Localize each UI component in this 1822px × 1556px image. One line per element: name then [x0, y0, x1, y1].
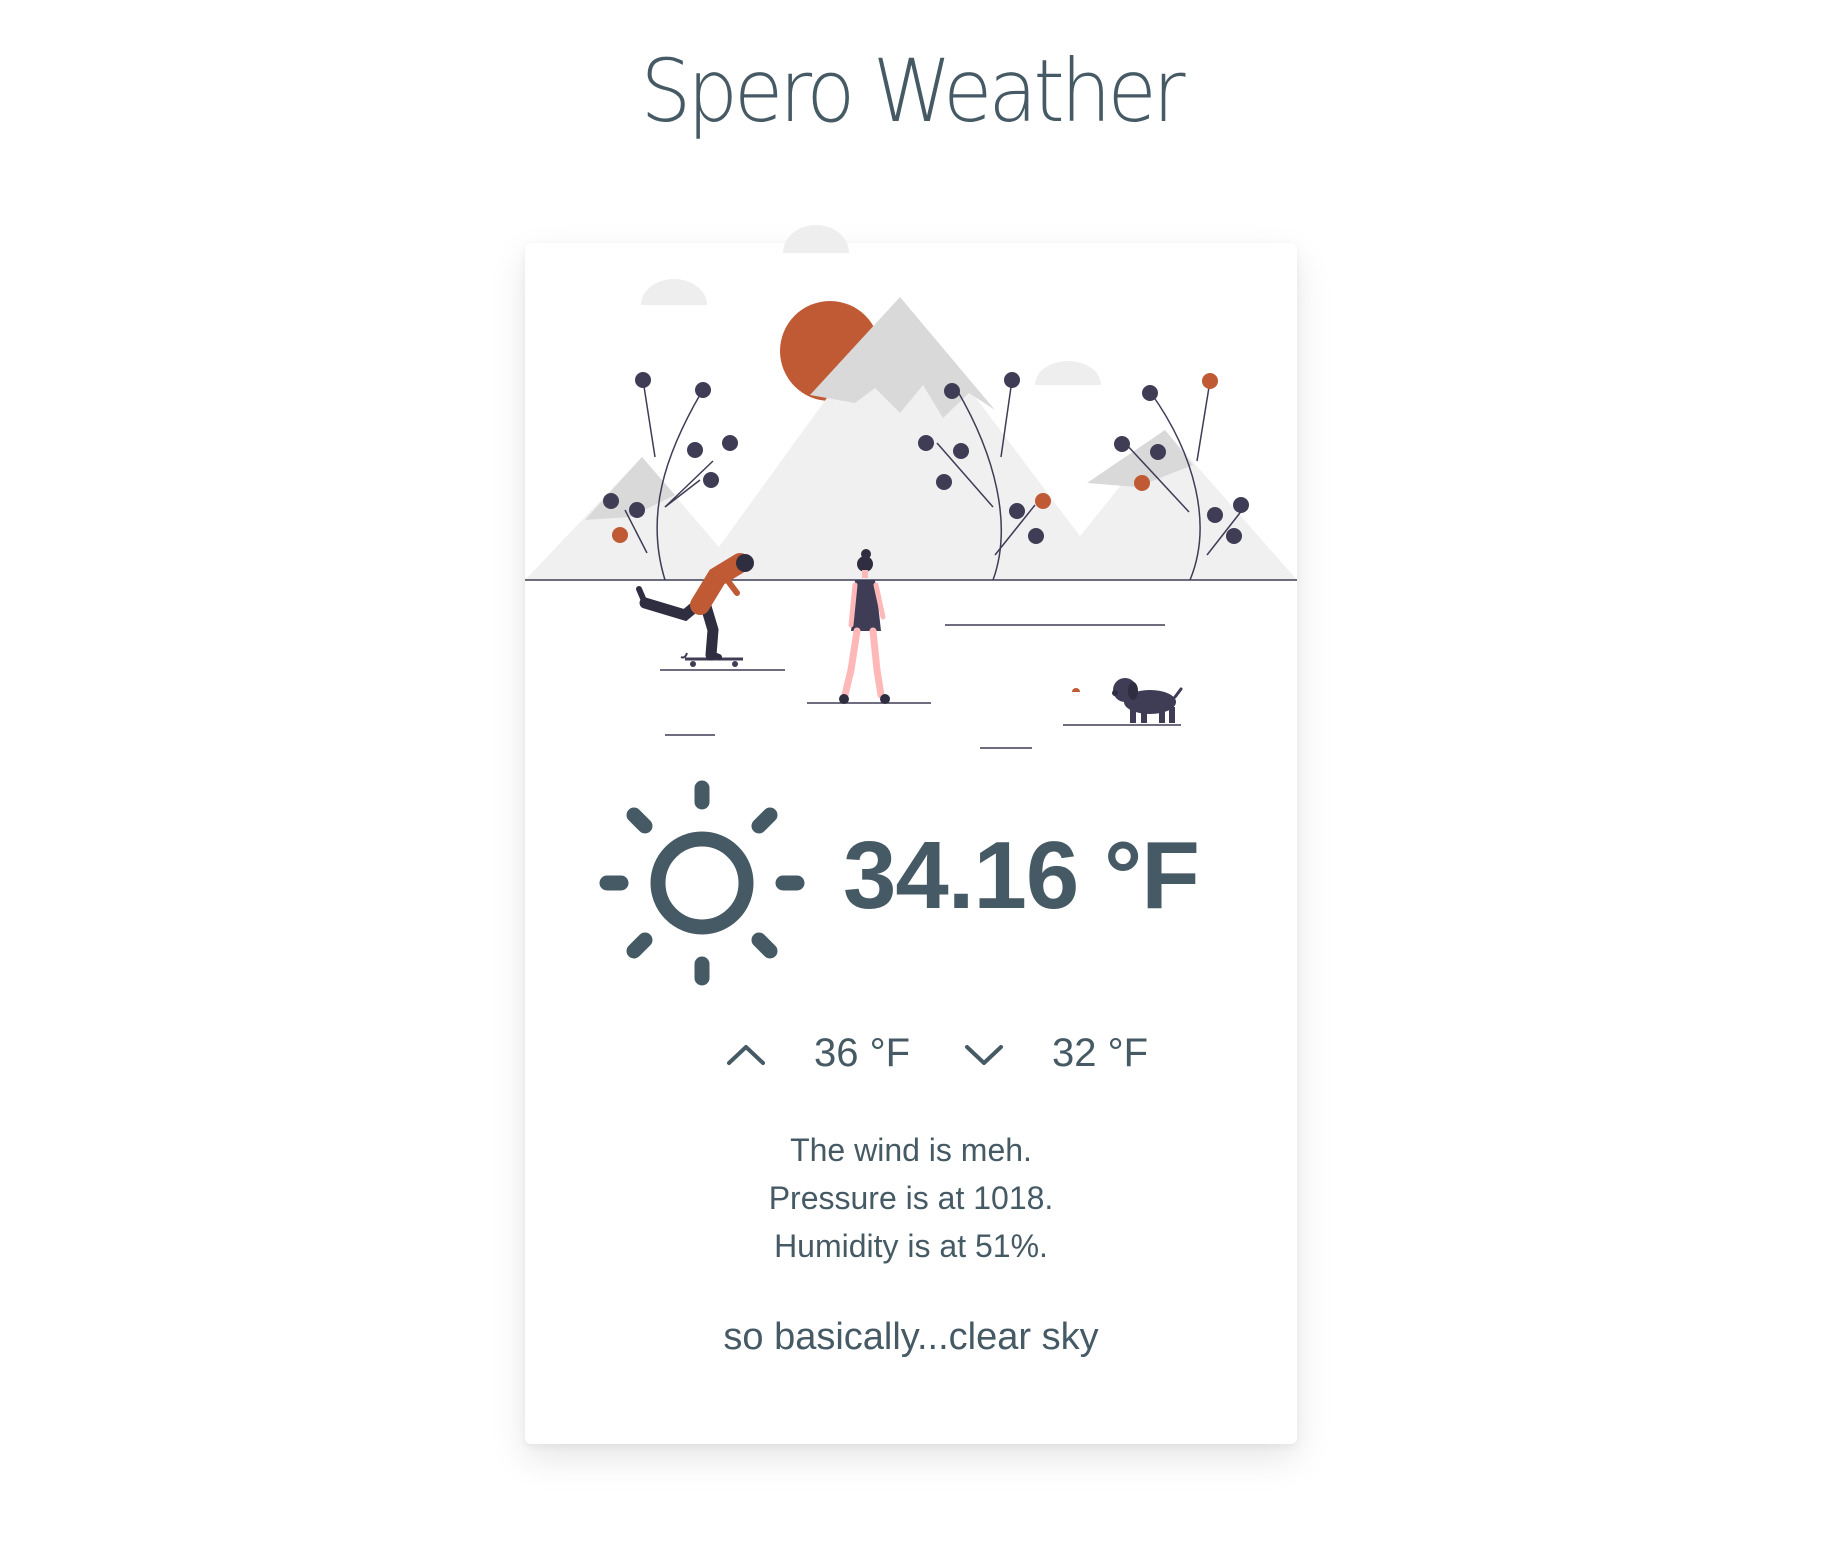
current-temperature: 34.16 °F: [843, 822, 1200, 929]
dog-figure: [1112, 678, 1183, 723]
sun-icon: [599, 780, 805, 986]
temperature-range: 36 °F 32 °F: [525, 1025, 1297, 1085]
weather-summary: so basically...clear sky: [723, 1316, 1099, 1358]
wind-text: The wind is meh.: [790, 1132, 1032, 1168]
current-weather: 34.16 °F: [525, 780, 1297, 990]
app-title: Spero Weather: [640, 41, 1185, 142]
chevron-down-icon: [965, 1045, 1003, 1065]
chevron-up-icon: [727, 1045, 765, 1065]
humidity-text: Humidity is at 51%.: [774, 1228, 1048, 1264]
high-temperature: 36 °F: [814, 1031, 911, 1075]
weather-details: The wind is meh. Pressure is at 1018. Hu…: [525, 1126, 1297, 1270]
low-temperature: 32 °F: [1052, 1031, 1149, 1075]
winter-mountains-illustration: [525, 225, 1297, 749]
pressure-text: Pressure is at 1018.: [768, 1180, 1054, 1216]
